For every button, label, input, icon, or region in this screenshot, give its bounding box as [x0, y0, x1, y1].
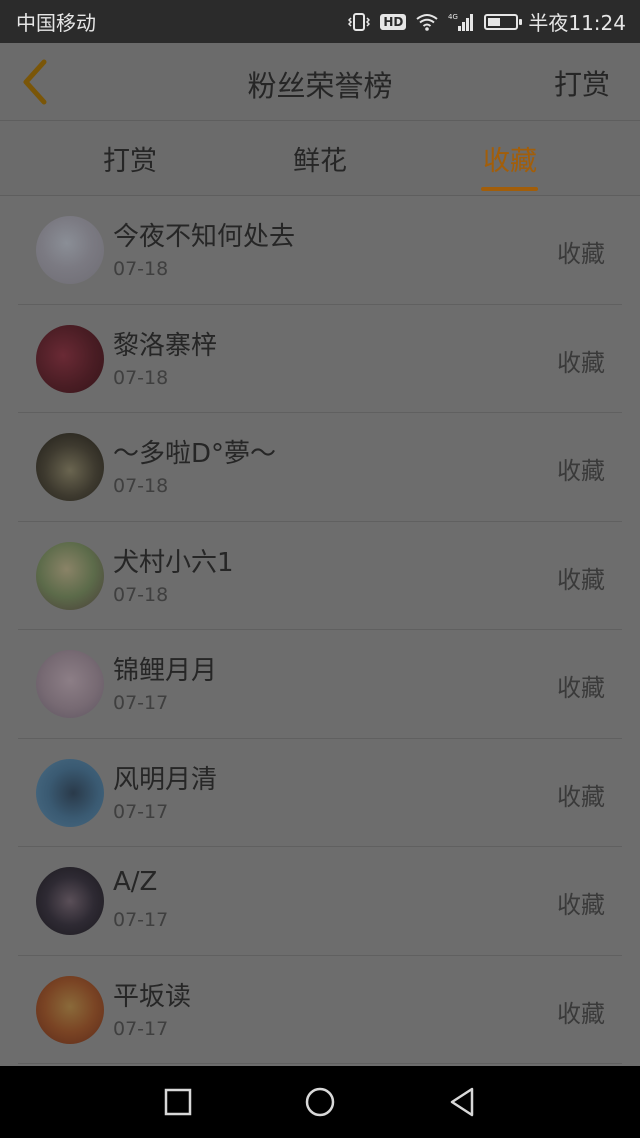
signal-icon: 4G [448, 12, 474, 32]
fan-name: 平坂读 [113, 981, 192, 1012]
avatar [36, 758, 104, 827]
fan-action: 收藏 [557, 240, 605, 268]
triangle-back-icon [450, 1087, 474, 1117]
fan-name: 黎洛寨梓 [113, 330, 218, 361]
fan-name: A/Z [113, 867, 158, 897]
list-item[interactable]: ～多啦D°夢～ 07-18 收藏 [18, 413, 622, 522]
fan-date: 07-18 [113, 583, 169, 606]
fan-action: 收藏 [557, 782, 605, 811]
fan-action: 收藏 [557, 457, 605, 485]
vibrate-icon [348, 12, 371, 32]
tab-bar: 打赏 鲜花 收藏 [0, 121, 640, 196]
home-button[interactable] [302, 1084, 338, 1120]
wifi-icon [416, 13, 438, 31]
avatar [36, 975, 104, 1044]
list-item[interactable]: 平坂读 07-17 收藏 [18, 956, 622, 1064]
fan-name: 犬村小六1 [113, 547, 234, 578]
fan-action: 收藏 [557, 348, 605, 377]
status-bar: 中国移动 HD 4G 半夜11:24 [0, 0, 640, 43]
back-nav-button[interactable] [444, 1084, 480, 1120]
avatar [36, 541, 104, 610]
network-label: 4G [448, 13, 458, 21]
hd-icon: HD [380, 13, 407, 30]
square-icon [164, 1088, 192, 1116]
fan-date: 07-17 [113, 1017, 169, 1040]
list-item[interactable]: 今夜不知何处去 07-18 收藏 [18, 196, 622, 305]
status-icons: HD 4G 半夜11:24 [348, 7, 626, 36]
fan-action: 收藏 [557, 565, 605, 594]
header: 粉丝荣誉榜 打赏 [0, 43, 640, 121]
list-item[interactable]: 锦鲤月月 07-17 收藏 [18, 630, 622, 739]
tab-flowers[interactable]: 鲜花 [260, 139, 380, 178]
fan-name: 今夜不知何处去 [113, 222, 296, 252]
list-item[interactable]: A/Z 07-17 收藏 [18, 847, 622, 956]
screen: 中国移动 HD 4G 半夜11:24 粉丝荣誉榜 打赏 打赏 鲜花 收藏 今夜不… [0, 0, 640, 1138]
tab-reward[interactable]: 打赏 [70, 139, 190, 178]
fan-date: 07-18 [113, 366, 169, 389]
avatar [36, 650, 104, 718]
tab-favorites[interactable]: 收藏 [450, 139, 570, 178]
avatar [36, 867, 104, 935]
system-nav-bar [0, 1066, 640, 1138]
fan-date: 07-17 [113, 692, 169, 714]
fan-date: 07-17 [113, 800, 169, 823]
fan-date: 07-18 [113, 258, 169, 280]
fan-date: 07-17 [113, 909, 169, 931]
fan-name: 锦鲤月月 [113, 656, 218, 686]
circle-icon [305, 1087, 335, 1117]
battery-icon [484, 13, 523, 30]
fan-action: 收藏 [557, 891, 605, 919]
page-title: 粉丝荣誉榜 [247, 69, 393, 103]
fan-name: 风明月清 [113, 764, 218, 795]
fan-date: 07-18 [113, 475, 169, 497]
avatar [36, 216, 104, 284]
list-item[interactable]: 犬村小六1 07-18 收藏 [18, 522, 622, 630]
fan-action: 收藏 [557, 674, 605, 702]
avatar [36, 324, 104, 393]
avatar [36, 433, 104, 501]
fan-list: 今夜不知何处去 07-18 收藏 黎洛寨梓 07-18 收藏 ～多啦D°夢～ 0… [0, 196, 640, 1064]
recent-apps-button[interactable] [160, 1084, 196, 1120]
list-item[interactable]: 黎洛寨梓 07-18 收藏 [18, 305, 622, 413]
list-item[interactable]: 风明月清 07-17 收藏 [18, 739, 622, 847]
tab-active-indicator [481, 187, 538, 191]
carrier-label: 中国移动 [16, 11, 96, 35]
clock: 半夜11:24 [528, 11, 626, 35]
fan-name: ～多啦D°夢～ [113, 439, 277, 469]
reward-button[interactable]: 打赏 [554, 63, 610, 103]
fan-action: 收藏 [557, 999, 605, 1028]
